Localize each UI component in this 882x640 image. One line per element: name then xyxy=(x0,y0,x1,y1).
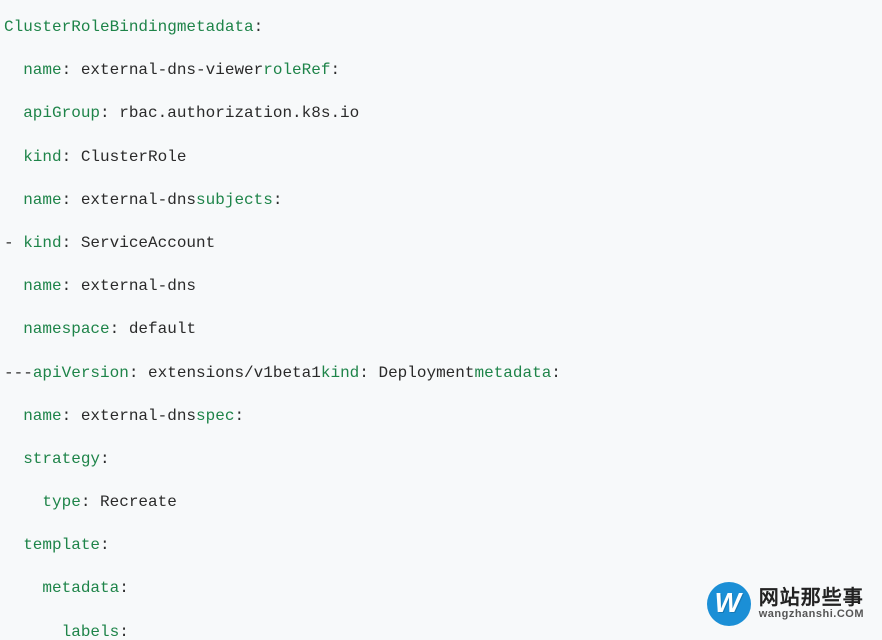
yaml-key: spec xyxy=(196,407,234,425)
yaml-text: : xyxy=(254,18,264,36)
yaml-text xyxy=(4,148,23,166)
yaml-key: type xyxy=(42,493,80,511)
yaml-key: labels xyxy=(62,623,120,640)
yaml-key: roleRef xyxy=(263,61,330,79)
yaml-key: name xyxy=(23,61,61,79)
code-line: name: external-dns-viewerroleRef: xyxy=(4,49,878,92)
yaml-text: : ServiceAccount xyxy=(62,234,216,252)
yaml-key: name xyxy=(23,277,61,295)
yaml-text xyxy=(4,493,42,511)
code-line: kind: ClusterRole xyxy=(4,136,878,179)
yaml-text: : xyxy=(273,191,283,209)
yaml-key: kind xyxy=(23,148,61,166)
yaml-text: : external-dns xyxy=(62,407,196,425)
yaml-text: : rbac.authorization.k8s.io xyxy=(100,104,359,122)
code-line: template: xyxy=(4,524,878,567)
code-line: type: Recreate xyxy=(4,481,878,524)
yaml-key: metadata xyxy=(42,579,119,597)
yaml-text: : external-dns xyxy=(62,277,196,295)
yaml-text xyxy=(4,320,23,338)
watermark-badge: W xyxy=(707,582,751,626)
yaml-text: : Deployment xyxy=(359,364,474,382)
yaml-key: name xyxy=(23,407,61,425)
watermark-text: 网站那些事 wangzhanshi.COM xyxy=(759,588,864,621)
yaml-text: --- xyxy=(4,364,33,382)
code-line: strategy: xyxy=(4,438,878,481)
yaml-text: : xyxy=(100,536,110,554)
code-line: name: external-dns xyxy=(4,265,878,308)
code-line: name: external-dnssubjects: xyxy=(4,179,878,222)
yaml-key: apiGroup xyxy=(23,104,100,122)
yaml-key: namespace xyxy=(23,320,109,338)
yaml-text xyxy=(4,536,23,554)
code-line: apiGroup: rbac.authorization.k8s.io xyxy=(4,92,878,135)
yaml-text: : default xyxy=(110,320,196,338)
yaml-text xyxy=(4,623,62,640)
code-line: - kind: ServiceAccount xyxy=(4,222,878,265)
watermark: W 网站那些事 wangzhanshi.COM xyxy=(707,582,864,626)
yaml-key: ClusterRoleBinding xyxy=(4,18,177,36)
yaml-text: : extensions/v1beta1 xyxy=(129,364,321,382)
yaml-key: template xyxy=(23,536,100,554)
yaml-code-block: ClusterRoleBindingmetadata: name: extern… xyxy=(0,0,882,640)
yaml-key: subjects xyxy=(196,191,273,209)
code-line: namespace: default xyxy=(4,308,878,351)
watermark-main-text: 网站那些事 xyxy=(759,588,864,609)
yaml-key: apiVersion xyxy=(33,364,129,382)
yaml-text xyxy=(4,277,23,295)
yaml-text: : xyxy=(330,61,340,79)
yaml-text xyxy=(4,191,23,209)
yaml-text xyxy=(4,104,23,122)
yaml-text xyxy=(4,61,23,79)
yaml-text: : xyxy=(234,407,244,425)
yaml-text: - xyxy=(4,234,23,252)
yaml-text: : xyxy=(551,364,561,382)
yaml-key: name xyxy=(23,191,61,209)
yaml-key: kind xyxy=(23,234,61,252)
yaml-key: metadata xyxy=(474,364,551,382)
yaml-text: : xyxy=(100,450,110,468)
yaml-text xyxy=(4,407,23,425)
yaml-text: : Recreate xyxy=(81,493,177,511)
yaml-text: : external-dns-viewer xyxy=(62,61,264,79)
yaml-text xyxy=(4,450,23,468)
yaml-key: strategy xyxy=(23,450,100,468)
code-line: name: external-dnsspec: xyxy=(4,395,878,438)
code-line: ---apiVersion: extensions/v1beta1kind: D… xyxy=(4,352,878,395)
yaml-key: metadata xyxy=(177,18,254,36)
code-line: ClusterRoleBindingmetadata: xyxy=(4,6,878,49)
watermark-sub-text: wangzhanshi.COM xyxy=(759,609,864,621)
yaml-key: kind xyxy=(321,364,359,382)
yaml-text: : xyxy=(119,623,129,640)
yaml-text xyxy=(4,579,42,597)
watermark-badge-letter: W xyxy=(715,587,741,619)
yaml-text: : xyxy=(119,579,129,597)
yaml-text: : ClusterRole xyxy=(62,148,187,166)
yaml-text: : external-dns xyxy=(62,191,196,209)
